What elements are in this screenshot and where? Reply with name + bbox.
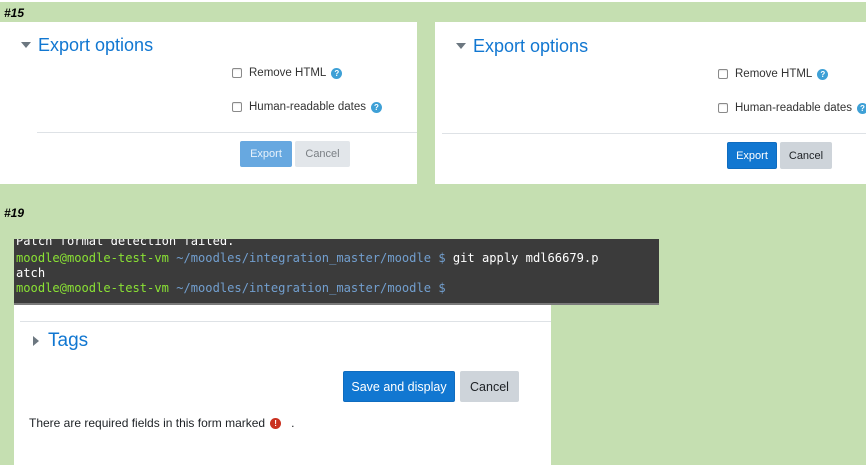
required-fields-text: There are required fields in this form m… — [29, 416, 266, 430]
issue-label-15: #15 — [4, 6, 25, 20]
top-edge — [0, 0, 866, 2]
human-readable-dates-label: Human-readable dates — [249, 101, 366, 113]
required-icon: ! — [270, 417, 282, 429]
help-icon[interactable]: ? — [857, 102, 866, 114]
expand-icon[interactable] — [33, 336, 39, 346]
prompt-path: ~/moodles/integration_master/moodle — [176, 281, 432, 295]
prompt-path: ~/moodles/integration_master/moodle — [176, 251, 432, 265]
human-readable-dates-checkbox[interactable] — [718, 103, 728, 113]
prompt-user: moodle@moodle-test-vm — [16, 251, 169, 265]
divider — [37, 132, 417, 133]
collapse-icon[interactable] — [21, 42, 31, 48]
prompt-symbol: $ — [438, 251, 446, 265]
terminal-wrap-line: atch — [16, 266, 46, 280]
terminal-prompt-line: moodle@moodle-test-vm ~/moodles/integrat… — [16, 281, 446, 296]
prompt-user: moodle@moodle-test-vm — [16, 281, 169, 295]
section-title[interactable]: Export options — [38, 35, 153, 56]
terminal-window: Patch format detection failed. moodle@mo… — [14, 239, 659, 305]
cancel-button[interactable]: Cancel — [460, 371, 519, 402]
prompt-symbol: $ — [438, 281, 446, 295]
terminal-prompt-line: moodle@moodle-test-vm ~/moodles/integrat… — [16, 251, 599, 266]
help-icon[interactable]: ? — [331, 67, 343, 79]
remove-html-row: Remove HTML ? — [718, 68, 829, 80]
required-fields-suffix: . — [291, 416, 295, 430]
help-icon[interactable]: ? — [371, 101, 382, 113]
issue-label-19: #19 — [4, 206, 25, 220]
remove-html-checkbox[interactable] — [718, 69, 728, 79]
tags-section-title[interactable]: Tags — [48, 330, 88, 352]
remove-html-row: Remove HTML ? — [232, 67, 343, 79]
cancel-button[interactable]: Cancel — [295, 141, 350, 167]
cancel-button[interactable]: Cancel — [780, 142, 832, 169]
divider — [20, 321, 551, 322]
export-button[interactable]: Export — [727, 142, 777, 169]
command-text: git apply mdl66679.p — [452, 251, 599, 265]
save-and-display-button[interactable]: Save and display — [343, 371, 455, 402]
collapse-icon[interactable] — [456, 43, 466, 49]
divider — [442, 133, 866, 134]
remove-html-label: Remove HTML — [249, 67, 327, 79]
help-icon[interactable]: ? — [817, 68, 829, 80]
human-readable-dates-row: Human-readable dates ? — [232, 101, 382, 113]
human-readable-dates-row: Human-readable dates ? — [718, 102, 866, 114]
human-readable-dates-checkbox[interactable] — [232, 102, 242, 112]
export-button[interactable]: Export — [240, 141, 292, 167]
remove-html-checkbox[interactable] — [232, 68, 242, 78]
required-fields-note: There are required fields in this form m… — [29, 416, 294, 430]
form-footer-panel: Tags Save and display Cancel There are r… — [14, 303, 551, 465]
remove-html-label: Remove HTML — [735, 68, 813, 80]
export-options-panel-after: Export options Remove HTML ? Human-reada… — [435, 22, 866, 184]
export-options-panel-before: Export options Remove HTML ? Human-reada… — [0, 22, 417, 184]
terminal-output-line: Patch format detection failed. — [16, 239, 235, 248]
section-title[interactable]: Export options — [473, 36, 588, 57]
human-readable-dates-label: Human-readable dates — [735, 102, 852, 114]
